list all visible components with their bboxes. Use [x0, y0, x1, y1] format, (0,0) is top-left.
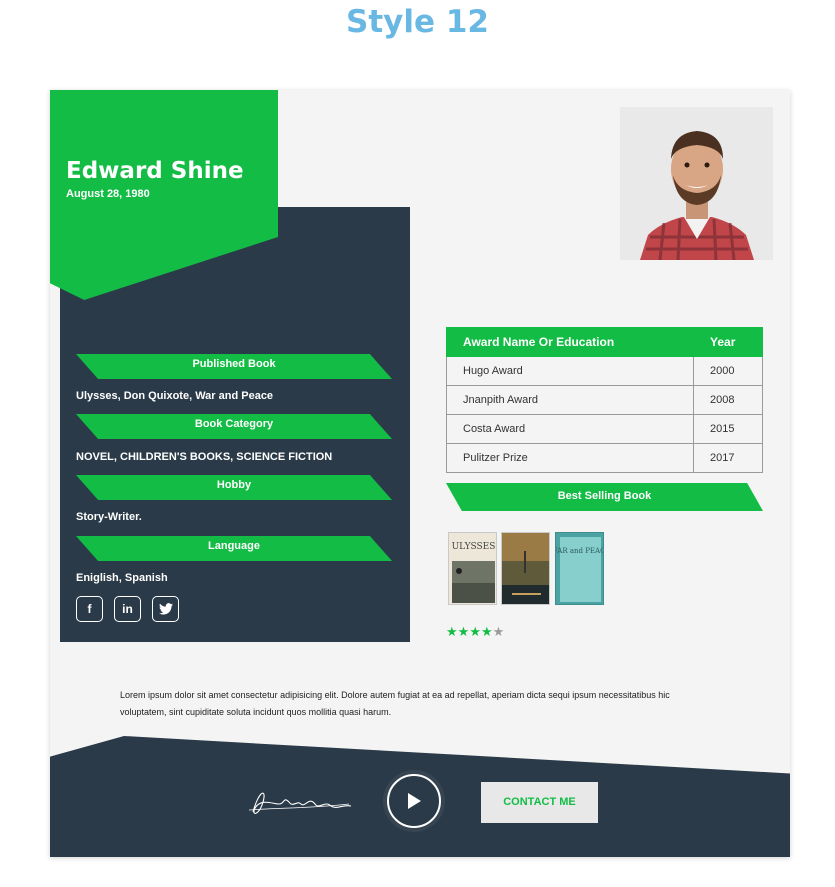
star-filled-icon: ★ [469, 624, 481, 639]
person-photo-illustration [620, 107, 773, 260]
play-icon [408, 793, 421, 809]
book-cover-ulysses[interactable]: ULYSSES [448, 532, 497, 605]
best-selling-heading: Best Selling Book [446, 483, 763, 511]
book-title-text: WAR and PEACE [556, 547, 604, 555]
star-filled-icon: ★ [457, 624, 470, 639]
table-row: Jnanpith Award 2008 [446, 385, 763, 415]
contact-me-button[interactable]: CONTACT ME [481, 782, 598, 823]
award-name: Costa Award [446, 414, 694, 444]
section-value-hobby: Story-Writer. [76, 511, 142, 523]
profile-name: Edward Shine [66, 158, 244, 184]
section-heading-hobby: Hobby [76, 475, 392, 500]
profile-dob: August 28, 1980 [66, 188, 150, 200]
book-cover-war-and-peace[interactable]: WAR and PEACE [555, 532, 604, 605]
award-name: Jnanpith Award [446, 385, 694, 415]
twitter-link[interactable] [152, 596, 179, 622]
table-row: Hugo Award 2000 [446, 356, 763, 386]
linkedin-icon: in [122, 602, 133, 616]
star-filled-icon: ★ [446, 624, 458, 639]
page-title: Style 12 [346, 4, 489, 40]
table-row: Pulitzer Prize 2017 [446, 443, 763, 473]
profile-card: Edward Shine August 28, 1980 Published B… [50, 90, 790, 857]
section-value-language: Eniglish, Spanish [76, 572, 168, 584]
column-header-award: Award Name Or Education [446, 327, 694, 357]
book-cover-art: WAR and PEACE [556, 533, 604, 604]
facebook-link[interactable]: f [76, 596, 103, 622]
award-year: 2000 [693, 356, 763, 386]
book-cover-art [502, 533, 549, 604]
column-header-year: Year [693, 327, 763, 357]
award-year: 2017 [693, 443, 763, 473]
star-filled-icon: ★ [480, 624, 493, 639]
book-rating: ★★★★★ [446, 624, 504, 640]
play-button[interactable] [387, 774, 441, 828]
award-name: Hugo Award [446, 356, 694, 386]
section-value-published-book: Ulysses, Don Quixote, War and Peace [76, 390, 274, 402]
bio-text: Lorem ipsum dolor sit amet consectetur a… [120, 690, 670, 717]
award-name: Pulitzer Prize [446, 443, 694, 473]
book-title-text: ULYSSES [452, 542, 496, 552]
book-cover-don-quixote[interactable] [501, 532, 550, 605]
book-cover-art: ULYSSES [449, 533, 496, 604]
section-heading-language: Language [76, 536, 392, 561]
profile-photo [620, 107, 773, 260]
star-empty-icon: ★ [492, 624, 505, 639]
award-year: 2015 [693, 414, 763, 444]
signature-image [248, 792, 352, 814]
linkedin-link[interactable]: in [114, 596, 141, 622]
table-header-row: Award Name Or Education Year [446, 327, 763, 357]
twitter-icon [158, 603, 173, 615]
facebook-icon: f [87, 602, 92, 616]
table-row: Costa Award 2015 [446, 414, 763, 444]
section-heading-published-book: Published Book [76, 354, 392, 379]
awards-table: Award Name Or Education Year Hugo Award … [446, 327, 763, 473]
section-value-book-category: NOVEL, CHILDREN'S BOOKS, SCIENCE FICTION [76, 451, 333, 463]
section-heading-book-category: Book Category [76, 414, 392, 439]
award-year: 2008 [693, 385, 763, 415]
